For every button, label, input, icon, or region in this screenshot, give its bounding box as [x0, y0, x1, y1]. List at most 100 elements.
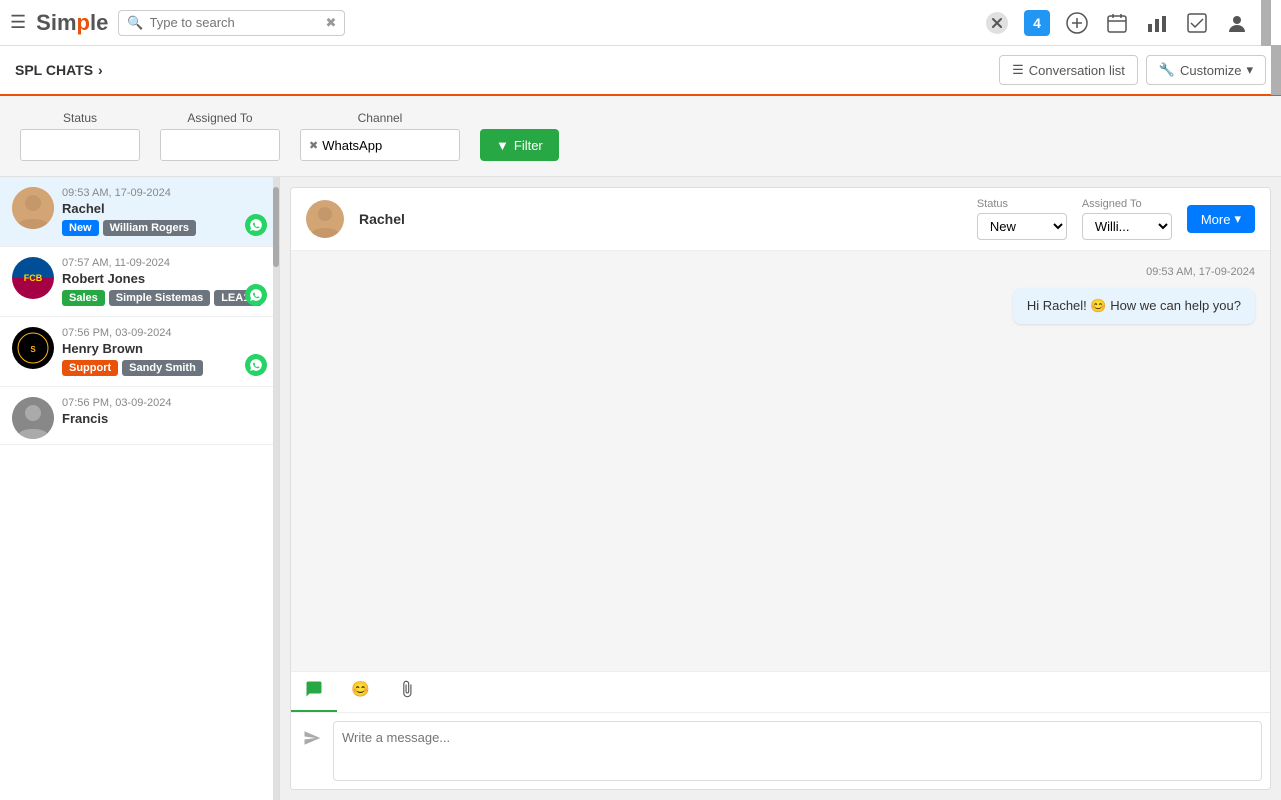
status-label: Status	[977, 198, 1067, 210]
nav-icon-chart[interactable]	[1143, 9, 1171, 37]
nav-icon-calendar[interactable]	[1103, 9, 1131, 37]
send-button[interactable]	[299, 725, 325, 756]
tag-sales: Sales	[62, 290, 105, 306]
message-input[interactable]	[333, 721, 1262, 781]
channel-filter-label: Channel	[300, 111, 460, 125]
breadcrumb: SPL CHATS ›	[15, 62, 103, 78]
chat-messages: 09:53 AM, 17-09-2024 Hi Rachel! 😊 How we…	[291, 251, 1270, 671]
main-area: 09:53 AM, 17-09-2024 Rachel New William …	[0, 177, 1281, 800]
top-navigation: ☰ Simple 🔍 ✖ 4	[0, 0, 1281, 46]
nav-icons: 4	[983, 9, 1251, 37]
spl-chats-label: SPL CHATS	[15, 62, 93, 78]
conv-time-robert: 07:57 AM, 11-09-2024	[62, 257, 267, 269]
scrollbar-right	[1261, 0, 1271, 46]
avatar-rachel	[12, 187, 54, 229]
conv-info-henry: 07:56 PM, 03-09-2024 Henry Brown Support…	[62, 327, 267, 376]
conv-name-henry: Henry Brown	[62, 341, 267, 356]
search-bar[interactable]: 🔍 ✖	[118, 10, 345, 36]
search-icon: 🔍	[127, 15, 143, 31]
tag-william: William Rogers	[103, 220, 196, 236]
logo-text: Simple	[36, 10, 108, 36]
filter-bar: Status Assigned To Channel ✖ WhatsApp ▼ …	[0, 96, 1281, 177]
search-input[interactable]	[150, 15, 326, 30]
chat-input-area: 😊	[291, 671, 1270, 789]
nav-icon-user[interactable]	[1223, 9, 1251, 37]
customize-button[interactable]: 🔧 Customize ▾	[1146, 55, 1266, 85]
conversation-item-robert[interactable]: FCB 07:57 AM, 11-09-2024 Robert Jones Sa…	[0, 247, 279, 317]
assigned-filter-input[interactable]	[160, 129, 280, 161]
status-field-group: Status New Open Closed	[977, 198, 1067, 240]
whatsapp-icon-rachel	[245, 214, 267, 236]
conv-item-header-francis: 07:56 PM, 03-09-2024 Francis	[12, 397, 267, 439]
conv-info-rachel: 09:53 AM, 17-09-2024 Rachel New William …	[62, 187, 267, 236]
tab-message[interactable]	[291, 672, 337, 712]
channel-tag-value: WhatsApp	[322, 138, 382, 153]
wrench-icon: 🔧	[1159, 62, 1175, 78]
filter-button[interactable]: ▼ Filter	[480, 129, 559, 161]
nav-icon-add[interactable]	[1063, 9, 1091, 37]
avatar-francis	[12, 397, 54, 439]
more-button[interactable]: More ▾	[1187, 205, 1255, 233]
app-logo: Simple	[36, 10, 108, 36]
conversation-item-rachel[interactable]: 09:53 AM, 17-09-2024 Rachel New William …	[0, 177, 279, 247]
nav-icon-x[interactable]	[983, 9, 1011, 37]
sub-header: SPL CHATS › ☰ Conversation list 🔧 Custom…	[0, 46, 1281, 96]
conv-time-henry: 07:56 PM, 03-09-2024	[62, 327, 267, 339]
scrollbar-right-sub	[1271, 45, 1281, 95]
avatar-robert: FCB	[12, 257, 54, 299]
status-filter-group: Status	[20, 111, 140, 161]
whatsapp-icon-henry	[245, 354, 267, 376]
chat-header: Rachel Status New Open Closed Assigned T…	[291, 188, 1270, 251]
chat-input-body	[291, 713, 1270, 789]
conversation-item-henry[interactable]: S 07:56 PM, 03-09-2024 Henry Brown Suppo…	[0, 317, 279, 387]
chat-user-name: Rachel	[359, 211, 405, 227]
chat-input-toolbar: 😊	[291, 672, 1270, 713]
breadcrumb-chevron: ›	[98, 62, 103, 78]
nav-icon-check[interactable]	[1183, 9, 1211, 37]
chat-header-right: Status New Open Closed Assigned To Willi…	[977, 198, 1255, 240]
tag-new: New	[62, 220, 99, 236]
chevron-down-icon: ▾	[1234, 211, 1241, 227]
channel-filter-group: Channel ✖ WhatsApp	[300, 111, 460, 161]
whatsapp-icon-robert	[245, 284, 267, 306]
avatar-henry: S	[12, 327, 54, 369]
assigned-filter-group: Assigned To	[160, 111, 280, 161]
conv-item-header-henry: S 07:56 PM, 03-09-2024 Henry Brown Suppo…	[12, 327, 267, 376]
svg-text:S: S	[30, 345, 36, 354]
status-select[interactable]: New Open Closed	[977, 213, 1067, 240]
channel-tag[interactable]: ✖ WhatsApp	[300, 129, 460, 161]
conversation-list-label: Conversation list	[1029, 63, 1125, 78]
conv-item-header-robert: FCB 07:57 AM, 11-09-2024 Robert Jones Sa…	[12, 257, 267, 306]
assigned-filter-label: Assigned To	[160, 111, 280, 125]
chat-avatar	[306, 200, 344, 238]
assigned-select[interactable]: Willi...	[1082, 213, 1172, 240]
conversation-item-francis[interactable]: 07:56 PM, 03-09-2024 Francis	[0, 387, 279, 445]
tab-attachment[interactable]	[384, 672, 430, 712]
conv-list-scrollbar-thumb	[273, 187, 279, 267]
emoji-icon: 😊	[351, 681, 370, 698]
tag-simple-sistemas: Simple Sistemas	[109, 290, 210, 306]
conv-list-scrollbar[interactable]	[273, 177, 279, 800]
filter-button-label: Filter	[514, 138, 543, 153]
conv-info-robert: 07:57 AM, 11-09-2024 Robert Jones Sales …	[62, 257, 267, 306]
status-filter-input[interactable]	[20, 129, 140, 161]
nav-icon-4[interactable]: 4	[1023, 9, 1051, 37]
tag-sandy: Sandy Smith	[122, 360, 203, 376]
chevron-down-icon: ▾	[1246, 62, 1253, 78]
assigned-field-group: Assigned To Willi...	[1082, 198, 1172, 240]
conv-tags-robert: Sales Simple Sistemas LEA17	[62, 290, 267, 306]
sub-header-actions: ☰ Conversation list 🔧 Customize ▾	[999, 55, 1266, 85]
conv-time-rachel: 09:53 AM, 17-09-2024	[62, 187, 267, 199]
message-bubble: Hi Rachel! 😊 How we can help you?	[1013, 288, 1255, 324]
list-icon: ☰	[1012, 62, 1024, 78]
conv-tags-rachel: New William Rogers	[62, 220, 267, 236]
search-clear-icon[interactable]: ✖	[326, 15, 337, 31]
conversation-list-button[interactable]: ☰ Conversation list	[999, 55, 1138, 85]
hamburger-menu[interactable]: ☰	[10, 12, 26, 33]
tab-emoji[interactable]: 😊	[337, 672, 384, 712]
conv-tags-henry: Support Sandy Smith	[62, 360, 267, 376]
conversation-list-inner: 09:53 AM, 17-09-2024 Rachel New William …	[0, 177, 279, 800]
message-time: 09:53 AM, 17-09-2024	[306, 266, 1255, 278]
channel-tag-remove[interactable]: ✖	[309, 139, 318, 152]
chat-area: Rachel Status New Open Closed Assigned T…	[290, 187, 1271, 790]
